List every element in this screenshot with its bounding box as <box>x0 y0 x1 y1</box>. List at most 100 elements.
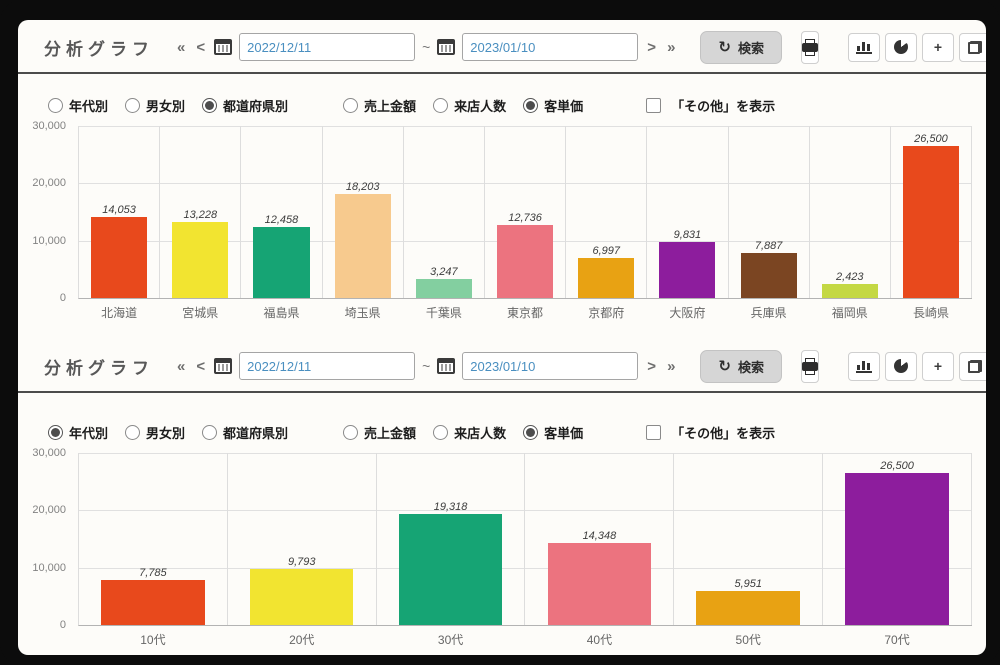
first-period-button[interactable]: « <box>175 40 187 55</box>
category-label: 東京都 <box>485 304 565 321</box>
radio-label: 年代別 <box>69 96 108 115</box>
radio-label: 都道府県別 <box>223 96 288 115</box>
bar[interactable] <box>335 194 391 298</box>
checkbox-show-others[interactable]: 「その他」を表示 <box>646 96 775 115</box>
bar[interactable] <box>696 591 799 625</box>
chart-column: 26,500長崎県 <box>891 126 972 298</box>
bar[interactable] <box>497 225 553 298</box>
chart-column: 19,31830代 <box>377 453 526 625</box>
chart-column: 12,736東京都 <box>485 126 566 298</box>
prev-period-button[interactable]: < <box>194 359 207 374</box>
bar-chart-view-button[interactable] <box>848 352 880 381</box>
bar[interactable] <box>101 580 204 625</box>
next-period-button[interactable]: > <box>645 359 658 374</box>
radio-visitor-count[interactable]: 来店人数 <box>433 423 506 442</box>
bar[interactable] <box>91 217 147 298</box>
radio-sales-amount[interactable]: 売上金額 <box>343 423 416 442</box>
pie-chart-view-button[interactable] <box>885 352 917 381</box>
y-tick-label: 30,000 <box>32 447 66 459</box>
radio-by-age[interactable]: 年代別 <box>48 96 108 115</box>
bar-chart-view-button[interactable] <box>848 33 880 62</box>
bar[interactable] <box>416 279 472 298</box>
search-button[interactable]: ↻ 検索 <box>700 31 782 64</box>
bar[interactable] <box>659 242 715 298</box>
panel-header: 分析グラフ « < ~ > » ↻ 検索 + × <box>18 22 986 74</box>
radio-visitor-count[interactable]: 来店人数 <box>433 96 506 115</box>
date-to-input[interactable] <box>462 33 638 61</box>
chart-column: 26,50070代 <box>823 453 972 625</box>
radio-avg-spend[interactable]: 客単価 <box>523 96 583 115</box>
bar-value-label: 12,736 <box>508 212 542 224</box>
chart-toolbar: + × <box>848 33 986 62</box>
radio-label: 来店人数 <box>454 423 506 442</box>
prev-period-button[interactable]: < <box>194 40 207 55</box>
add-panel-button[interactable]: + <box>922 352 954 381</box>
printer-icon <box>802 43 818 52</box>
bar[interactable] <box>845 473 948 625</box>
y-tick-label: 10,000 <box>32 235 66 247</box>
window-restore-button[interactable] <box>959 33 986 62</box>
chart-column: 9,79320代 <box>228 453 377 625</box>
chart-column: 12,458福島県 <box>241 126 322 298</box>
bar-value-label: 9,793 <box>288 556 316 568</box>
radio-by-prefecture[interactable]: 都道府県別 <box>202 423 288 442</box>
bar-value-label: 13,228 <box>183 209 217 221</box>
radio-label: 売上金額 <box>364 96 416 115</box>
print-button[interactable] <box>801 31 819 64</box>
next-period-button[interactable]: > <box>645 40 658 55</box>
chart-column: 6,997京都府 <box>566 126 647 298</box>
radio-by-gender[interactable]: 男女別 <box>125 423 185 442</box>
date-from-input[interactable] <box>239 352 415 380</box>
calendar-icon[interactable] <box>214 39 232 55</box>
bar[interactable] <box>822 284 878 298</box>
y-tick-label: 0 <box>60 619 66 631</box>
bar[interactable] <box>903 146 959 298</box>
pie-chart-icon <box>894 359 908 373</box>
y-axis: 30,00020,00010,0000 <box>22 453 74 625</box>
chart-column: 2,423福岡県 <box>810 126 891 298</box>
add-panel-button[interactable]: + <box>922 33 954 62</box>
bar[interactable] <box>741 253 797 298</box>
radio-icon <box>343 98 358 113</box>
bar[interactable] <box>578 258 634 298</box>
category-label: 10代 <box>79 631 227 648</box>
calendar-icon[interactable] <box>214 358 232 374</box>
date-to-input[interactable] <box>462 352 638 380</box>
refresh-icon: ↻ <box>718 359 731 374</box>
chart-column: 14,053北海道 <box>79 126 160 298</box>
plot-area: 7,78510代9,79320代19,31830代14,34840代5,9515… <box>78 453 972 626</box>
bar[interactable] <box>399 514 502 625</box>
pie-chart-view-button[interactable] <box>885 33 917 62</box>
printer-icon <box>802 362 818 371</box>
y-tick-label: 20,000 <box>32 177 66 189</box>
window-restore-button[interactable] <box>959 352 986 381</box>
radio-by-gender[interactable]: 男女別 <box>125 96 185 115</box>
category-label: 北海道 <box>79 304 159 321</box>
checkbox-label: 「その他」を表示 <box>671 96 775 115</box>
date-from-input[interactable] <box>239 33 415 61</box>
search-button[interactable]: ↻ 検索 <box>700 350 782 383</box>
calendar-icon[interactable] <box>437 358 455 374</box>
checkbox-show-others[interactable]: 「その他」を表示 <box>646 423 775 442</box>
print-button[interactable] <box>801 350 819 383</box>
bar[interactable] <box>250 569 353 625</box>
bar[interactable] <box>548 543 651 625</box>
y-tick-label: 10,000 <box>32 562 66 574</box>
bar[interactable] <box>172 222 228 298</box>
last-period-button[interactable]: » <box>665 359 677 374</box>
radio-by-prefecture[interactable]: 都道府県別 <box>202 96 288 115</box>
bar[interactable] <box>253 227 309 298</box>
radio-by-age[interactable]: 年代別 <box>48 423 108 442</box>
calendar-icon[interactable] <box>437 39 455 55</box>
chart-toolbar: + × <box>848 352 986 381</box>
radio-avg-spend[interactable]: 客単価 <box>523 423 583 442</box>
bar-value-label: 26,500 <box>880 460 914 472</box>
category-label: 長崎県 <box>891 304 971 321</box>
radio-sales-amount[interactable]: 売上金額 <box>343 96 416 115</box>
first-period-button[interactable]: « <box>175 359 187 374</box>
last-period-button[interactable]: » <box>665 40 677 55</box>
bar-value-label: 19,318 <box>434 501 468 513</box>
radio-icon <box>433 98 448 113</box>
y-tick-label: 20,000 <box>32 504 66 516</box>
y-axis: 30,00020,00010,0000 <box>22 126 74 298</box>
